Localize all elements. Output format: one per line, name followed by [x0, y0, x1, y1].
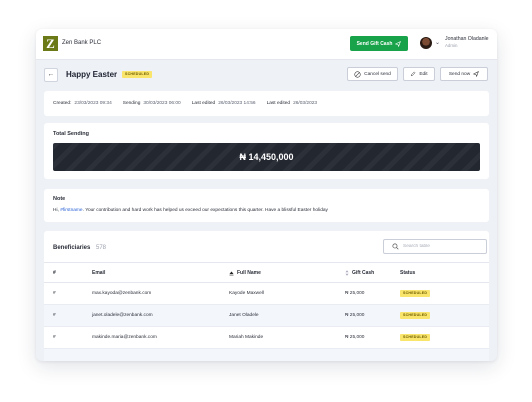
- edit-button[interactable]: Edit: [403, 67, 435, 81]
- last-edited-value: 26/03/2023 14:56: [218, 101, 256, 106]
- cancel-send-button[interactable]: Cancel send: [347, 67, 398, 81]
- note-body: . Your contribution and hard work has he…: [82, 208, 328, 213]
- sending-value: 30/03/2023 06:00: [143, 101, 181, 106]
- row-status-badge: SCHEDULED: [400, 312, 431, 319]
- table-row[interactable]: # makinde.maria@zenbank.com Mariah Makin…: [44, 327, 489, 349]
- status-badge: SCHEDULED: [122, 71, 153, 78]
- col-gift-cash[interactable]: Gift Cash: [345, 270, 374, 276]
- bank-name: Zen Bank PLC: [62, 40, 102, 46]
- created-label: Created:: [53, 101, 72, 106]
- table-header: # Email Full Name Gift Cash Status: [44, 262, 489, 283]
- note-variable: #firstname: [60, 208, 83, 213]
- search-input[interactable]: [403, 244, 483, 249]
- back-button[interactable]: ←: [44, 68, 58, 82]
- search-icon: [392, 243, 399, 250]
- col-gift-cash-label: Gift Cash: [352, 270, 375, 276]
- created-value: 23/03/2023 09:34: [74, 101, 112, 106]
- top-bar: Z Zen Bank PLC Send Gift Cash ⌄ Jonathan…: [36, 29, 497, 60]
- row-full-name: Mariah Makinde: [229, 335, 264, 340]
- total-amount: ₦ 14,450,000: [239, 152, 294, 162]
- arrow-left-icon: ←: [47, 71, 55, 78]
- beneficiaries-label: Beneficiaries: [53, 245, 91, 251]
- page-title: Happy Easter: [66, 70, 118, 79]
- note-text: Hi, #firstname. Your contribution and ha…: [53, 208, 328, 213]
- sort-asc-icon: [229, 271, 234, 275]
- row-gift-cash: ₦ 25,000: [345, 335, 365, 340]
- sending-label: Sending: [122, 101, 141, 106]
- total-amount-banner: ₦ 14,450,000: [53, 143, 480, 171]
- beneficiaries-count: 578: [96, 245, 107, 251]
- col-index: #: [53, 270, 56, 276]
- cancel-icon: [354, 70, 361, 78]
- row-full-name: Janet Oladele: [229, 313, 259, 318]
- row-index: #: [53, 291, 56, 296]
- cancel-send-label: Cancel send: [364, 71, 391, 77]
- total-sending-label: Total Sending: [53, 131, 89, 137]
- sort-icon: [345, 270, 349, 276]
- row-gift-cash: ₦ 25,000: [345, 291, 365, 296]
- last-edited-value-2: 26/03/2023: [293, 101, 318, 106]
- user-role: Admin: [445, 43, 458, 48]
- row-index: #: [53, 335, 56, 340]
- meta-info-card: Created: 23/03/2023 09:34 Sending 30/03/…: [44, 91, 489, 116]
- bank-logo[interactable]: Z: [43, 36, 58, 51]
- table-row[interactable]: [44, 349, 489, 361]
- send-gift-cash-button[interactable]: Send Gift Cash: [350, 36, 408, 51]
- row-email: janet.oladele@zenbank.com: [92, 313, 153, 318]
- note-card: Note Hi, #firstname. Your contribution a…: [44, 189, 489, 222]
- pencil-icon: [411, 71, 416, 77]
- send-now-button[interactable]: Send now: [440, 67, 488, 81]
- row-status-badge: SCHEDULED: [400, 290, 431, 297]
- total-sending-card: Total Sending ₦ 14,450,000: [44, 123, 489, 179]
- row-index: #: [53, 313, 56, 318]
- user-name: Jonathan Oladanle: [445, 36, 489, 42]
- last-edited-label-2: Last edited: [266, 101, 291, 106]
- app-window: Z Zen Bank PLC Send Gift Cash ⌄ Jonathan…: [36, 29, 497, 361]
- chevron-down-icon[interactable]: ⌄: [435, 39, 440, 46]
- row-gift-cash: ₦ 25,000: [345, 313, 365, 318]
- table-row[interactable]: # max.kayoda@zenbank.com Kayode Maxwell …: [44, 283, 489, 305]
- col-full-name[interactable]: Full Name: [229, 270, 261, 276]
- col-full-name-label: Full Name: [237, 270, 261, 276]
- beneficiaries-card: Beneficiaries 578 # Email Full Name Gift…: [44, 231, 489, 361]
- edit-label: Edit: [419, 71, 428, 77]
- table-row[interactable]: # janet.oladele@zenbank.com Janet Oladel…: [44, 305, 489, 327]
- last-edited-label: Last edited: [191, 101, 216, 106]
- search-box[interactable]: [383, 239, 487, 254]
- send-icon: [473, 71, 480, 77]
- row-full-name: Kayode Maxwell: [229, 291, 264, 296]
- row-email: max.kayoda@zenbank.com: [92, 291, 152, 296]
- row-status-badge: SCHEDULED: [400, 334, 431, 341]
- send-icon: [395, 40, 402, 47]
- avatar[interactable]: [420, 37, 432, 49]
- col-email[interactable]: Email: [92, 270, 105, 276]
- row-email: makinde.maria@zenbank.com: [92, 335, 157, 340]
- col-status: Status: [400, 270, 416, 276]
- send-gift-cash-label: Send Gift Cash: [356, 40, 393, 47]
- send-now-label: Send now: [448, 71, 471, 77]
- note-label: Note: [53, 196, 66, 202]
